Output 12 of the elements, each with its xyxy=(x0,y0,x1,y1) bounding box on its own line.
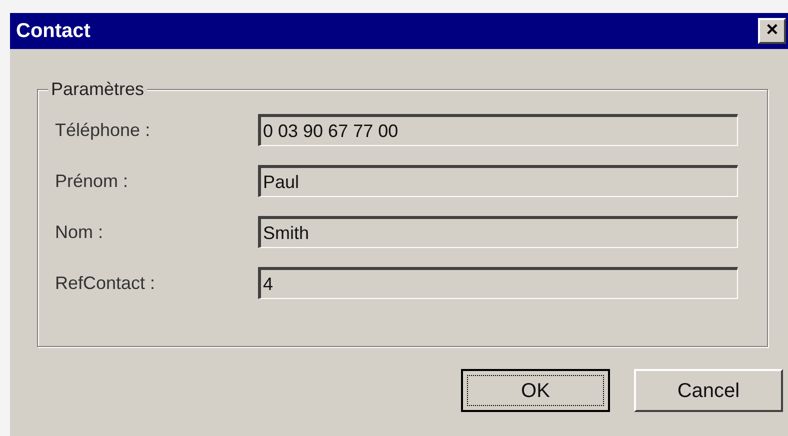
field-label: Téléphone : xyxy=(54,118,152,142)
dialog-button[interactable]: OK xyxy=(461,369,610,412)
input-field[interactable]: 0 03 90 67 77 00 xyxy=(258,114,738,146)
field-label: RefContact : xyxy=(54,272,156,294)
input-field[interactable]: Smith xyxy=(258,216,738,248)
field-label: Prénom : xyxy=(54,170,130,192)
input-field[interactable]: 4 xyxy=(258,267,738,299)
dialog-button[interactable]: Cancel xyxy=(634,369,783,412)
input-field[interactable]: Paul xyxy=(258,165,738,197)
window-title: Contact xyxy=(16,19,90,44)
close-button[interactable]: ✕ xyxy=(758,18,786,44)
field-label: Nom : xyxy=(54,220,104,244)
